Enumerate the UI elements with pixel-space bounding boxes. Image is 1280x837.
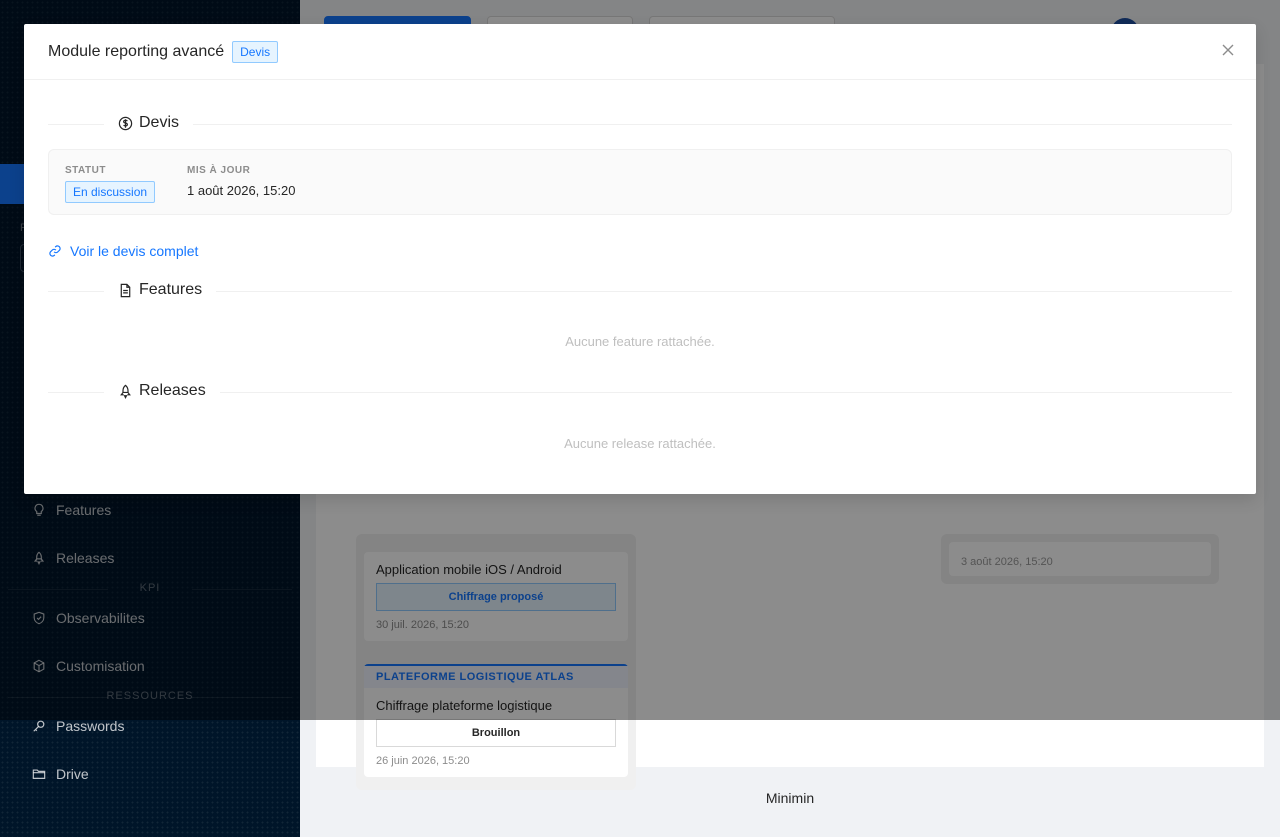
releases-empty: Aucune release rattachée.	[564, 436, 716, 451]
footer-text: Minimin	[765, 790, 815, 806]
updated-value: 1 août 2026, 15:20	[187, 183, 296, 198]
type-tag: Devis	[232, 40, 279, 63]
section-title-releases: Releases	[104, 382, 220, 400]
file-text-icon	[120, 283, 131, 297]
folder-icon	[32, 769, 46, 779]
dollar-circle-icon	[118, 116, 133, 130]
status-label: STATUT	[65, 165, 106, 176]
quote-modal: Module reporting avancé Devis Devis STAT…	[24, 24, 1256, 494]
section-title-devis: Devis	[104, 114, 194, 132]
link-icon	[49, 245, 61, 257]
quote-card-date: 26 juin 2026, 15:20	[376, 755, 470, 767]
updated-label: MIS À JOUR	[187, 165, 251, 176]
sidebar-item-label: Drive	[56, 766, 89, 782]
section-title-features: Features	[104, 281, 217, 299]
section-divider	[48, 392, 1232, 393]
rocket-icon	[120, 384, 131, 399]
status-badge: En discussion	[65, 181, 156, 203]
sidebar-item-label: Passwords	[56, 718, 125, 734]
close-icon[interactable]	[1220, 42, 1236, 58]
key-icon	[33, 720, 45, 732]
section-divider	[48, 124, 1232, 125]
modal-title: Module reporting avancé	[48, 42, 225, 60]
modal-header: Module reporting avancé Devis	[24, 24, 1256, 80]
quote-info: STATUT En discussion MIS À JOUR 1 août 2…	[48, 149, 1232, 215]
sidebar-item-drive[interactable]: Drive	[32, 762, 89, 786]
features-empty: Aucune feature rattachée.	[565, 334, 715, 349]
quote-card-status[interactable]: Brouillon	[376, 719, 616, 747]
view-quote-link[interactable]: Voir le devis complet	[48, 243, 198, 259]
section-divider	[48, 291, 1232, 292]
